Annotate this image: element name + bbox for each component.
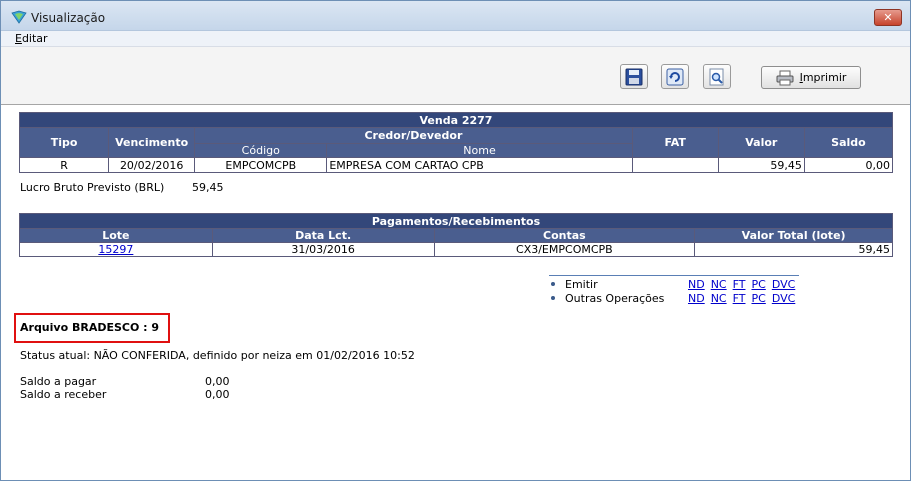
link-emitir-nd[interactable]: ND <box>688 278 705 291</box>
col-fat: FAT <box>631 127 719 158</box>
link-outras-dvc[interactable]: DVC <box>772 292 795 305</box>
link-outras-ft[interactable]: FT <box>733 292 746 305</box>
bullet-icon <box>551 282 555 286</box>
content-area: Venda 2277 Tipo Vencimento Credor/Devedo… <box>1 106 910 480</box>
cell-valor-total: 59,45 <box>694 242 893 257</box>
printer-icon <box>776 70 794 85</box>
link-emitir-pc[interactable]: PC <box>751 278 765 291</box>
app-icon <box>11 10 27 24</box>
title-bar[interactable]: Visualização ✕ <box>1 1 910 31</box>
col-lote: Lote <box>19 228 213 243</box>
pagamentos-title: Pagamentos/Recebimentos <box>19 213 893 229</box>
op-links-emitir: ND NC FT PC DVC <box>688 278 795 291</box>
close-button[interactable]: ✕ <box>874 9 902 26</box>
menu-editar[interactable]: Editar <box>15 32 48 45</box>
refresh-button[interactable] <box>661 64 689 89</box>
saldo-receber-label: Saldo a receber <box>20 388 107 401</box>
visualizacao-window: Visualização ✕ Editar Imprimir Venda 227… <box>0 0 911 481</box>
link-emitir-ft[interactable]: FT <box>733 278 746 291</box>
lote-link[interactable]: 15297 <box>98 243 133 256</box>
print-button[interactable]: Imprimir <box>761 66 861 89</box>
cell-valor: 59,45 <box>717 157 805 173</box>
venda-title: Venda 2277 <box>19 112 893 128</box>
cell-codigo: EMPCOMCPB <box>194 157 328 173</box>
print-label: Imprimir <box>799 71 847 84</box>
operations-panel: Emitir ND NC FT PC DVC Outras Operações … <box>549 275 799 306</box>
col-vencimento: Vencimento <box>108 127 196 158</box>
col-codigo: Código <box>194 143 328 158</box>
link-outras-nd[interactable]: ND <box>688 292 705 305</box>
saldo-pagar-value: 0,00 <box>205 375 230 388</box>
status-text: Status atual: NÃO CONFERIDA, definido po… <box>20 349 415 362</box>
col-nome: Nome <box>326 143 633 158</box>
pagamentos-table: Pagamentos/Recebimentos Lote Data Lct. C… <box>19 213 893 257</box>
cell-fat <box>631 157 719 173</box>
link-emitir-nc[interactable]: NC <box>711 278 727 291</box>
cell-vencimento: 20/02/2016 <box>108 157 196 173</box>
op-label-outras: Outras Operações <box>565 292 665 305</box>
table-row: 15297 31/03/2016 CX3/EMPCOMCPB 59,45 <box>19 242 893 257</box>
saldo-pagar-label: Saldo a pagar <box>20 375 97 388</box>
link-emitir-dvc[interactable]: DVC <box>772 278 795 291</box>
lucro-label: Lucro Bruto Previsto (BRL) <box>20 181 165 194</box>
menu-bar: Editar <box>1 31 910 47</box>
cell-nome: EMPRESA COM CARTAO CPB <box>326 157 633 173</box>
bullet-icon <box>551 296 555 300</box>
toolbar: Imprimir <box>1 47 910 105</box>
link-outras-nc[interactable]: NC <box>711 292 727 305</box>
save-button[interactable] <box>620 64 648 89</box>
refresh-icon <box>666 68 684 85</box>
col-valor-total: Valor Total (lote) <box>694 228 893 243</box>
preview-button[interactable] <box>703 64 731 89</box>
arquivo-label: Arquivo BRADESCO : 9 <box>20 321 160 334</box>
col-tipo: Tipo <box>18 127 110 158</box>
op-row-outras: Outras Operações ND NC FT PC DVC <box>549 292 799 306</box>
cell-lote: 15297 <box>19 242 213 257</box>
col-credor-devedor: Credor/Devedor <box>194 127 633 144</box>
op-row-emitir: Emitir ND NC FT PC DVC <box>549 278 799 292</box>
cell-saldo: 0,00 <box>803 157 894 173</box>
cell-tipo: R <box>18 157 110 173</box>
op-label-emitir: Emitir <box>565 278 598 291</box>
cell-data-lct: 31/03/2016 <box>211 242 435 257</box>
venda-table: Venda 2277 Tipo Vencimento Credor/Devedo… <box>18 112 894 173</box>
op-links-outras: ND NC FT PC DVC <box>688 292 795 305</box>
link-outras-pc[interactable]: PC <box>751 292 765 305</box>
col-data-lct: Data Lct. <box>211 228 435 243</box>
cell-contas: CX3/EMPCOMCPB <box>433 242 696 257</box>
table-row: R 20/02/2016 EMPCOMCPB EMPRESA COM CARTA… <box>18 157 894 173</box>
window-title: Visualização <box>31 11 106 25</box>
magnifier-icon <box>709 68 724 85</box>
col-saldo: Saldo <box>803 127 894 158</box>
floppy-disk-icon <box>625 68 643 85</box>
lucro-value: 59,45 <box>192 181 224 194</box>
saldo-receber-value: 0,00 <box>205 388 230 401</box>
col-contas: Contas <box>433 228 696 243</box>
col-valor: Valor <box>717 127 805 158</box>
